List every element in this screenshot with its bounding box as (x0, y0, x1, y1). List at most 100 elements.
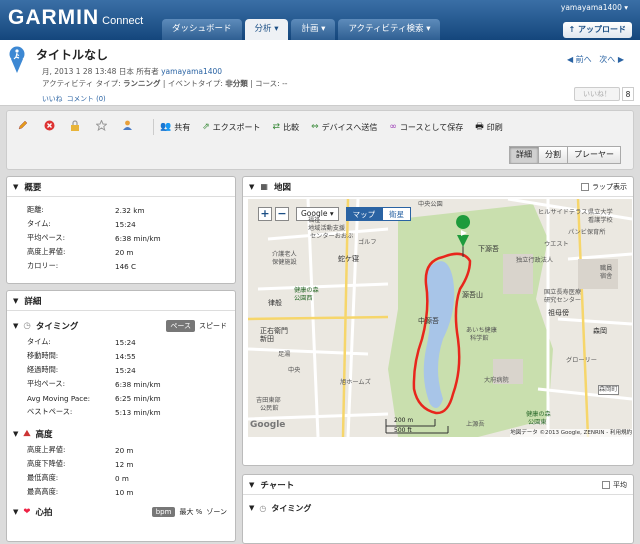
top-bar: GARMIN Connect yamayama1400 ▾ ダッシュボード 分析 … (0, 0, 640, 40)
map-type-map-button[interactable]: マップ (345, 207, 383, 221)
row-label: 平均ペース: (27, 233, 65, 242)
collapse-triangle-icon[interactable]: ▼ (13, 297, 18, 305)
owner-link[interactable]: yamayama1400 (161, 67, 222, 76)
tab-analysis[interactable]: 分析 ▾ (244, 19, 289, 40)
comment-link[interactable]: コメント (0) (67, 95, 106, 103)
timing-row: Avg Moving Pace: 6:25 min/km (7, 391, 235, 405)
row-value: 14:55 (115, 351, 136, 361)
event-type[interactable]: 非分類 (225, 79, 248, 88)
prev-link[interactable]: ◀ 前へ (567, 55, 592, 64)
delete-icon[interactable] (43, 119, 55, 131)
pace-speed-toggle: ペース スピード (166, 320, 227, 332)
heart-icon: ❤ (23, 507, 31, 517)
lap-display-toggle[interactable]: ラップ表示 (581, 182, 627, 192)
compare-button[interactable]: ⇄ 比較 (273, 122, 300, 133)
tab-dashboard[interactable]: ダッシュボード (162, 19, 242, 40)
overview-row: 高度上昇値: 20 m (7, 245, 235, 259)
chart-title: チャート (260, 480, 295, 491)
max-percent-option[interactable]: 最大 % (179, 507, 202, 517)
export-button[interactable]: ⇗ エクスポート (202, 122, 260, 133)
zoom-in-button[interactable]: + (258, 207, 272, 221)
google-logo[interactable]: Google (250, 421, 285, 430)
row-value: 6:25 min/km (115, 393, 161, 403)
map-label: 地域活動支援 (308, 225, 346, 232)
favorite-star-icon[interactable] (95, 119, 107, 131)
collapse-triangle-icon[interactable]: ▼ (249, 504, 254, 512)
map-label: 正右衛門新田 (260, 327, 288, 343)
details-header[interactable]: ▼ 詳細 (7, 291, 235, 311)
export-icon: ⇗ (202, 122, 210, 132)
row-value: 146 C (115, 261, 137, 271)
map-label: 律般 (268, 299, 282, 307)
map-title: 地図 (273, 182, 291, 193)
toolbar-actions: 👥 共有 ⇗ エクスポート ⇄ 比較 ⇔ デバイスへ送信 ∞ コースとして保存 🖶 印刷 (153, 119, 503, 135)
average-checkbox[interactable] (602, 480, 610, 489)
row-value: 15:24 (115, 337, 136, 347)
map-header[interactable]: ▼ ▦ 地図 ラップ表示 (243, 177, 633, 197)
heart-rate-title: 心拍 (35, 508, 53, 518)
next-link[interactable]: 次へ ▶ (599, 55, 624, 64)
activity-type[interactable]: ランニング (123, 79, 161, 88)
activity-title[interactable]: タイトルなし (36, 46, 108, 63)
row-label: タイム: (27, 219, 51, 228)
overview-header[interactable]: ▼ 概要 (7, 177, 235, 197)
like-button[interactable]: いいね！ (574, 87, 620, 101)
compare-label: 比較 (283, 122, 300, 132)
print-button[interactable]: 🖶 印刷 (475, 119, 503, 135)
tab-activity-search[interactable]: アクティビティ検索 ▾ (338, 19, 441, 40)
quick-icons (17, 119, 133, 131)
like-link[interactable]: いいね (42, 95, 62, 103)
chart-timing-header[interactable]: ▼ ◷ タイミング (243, 499, 633, 517)
view-player-button[interactable]: プレーヤー (567, 146, 621, 164)
row-label: 経過時間: (27, 365, 59, 374)
route-map[interactable]: + − Google ▾ マップ 衛星 中央公園 ヒルサイドテラス 県立大学 看… (248, 199, 632, 437)
map-label: 独立行政法人 (516, 257, 554, 264)
type-prefix: アクティビティ タイプ: (42, 79, 121, 88)
row-label: 最高高度: (27, 487, 59, 496)
user-menu[interactable]: yamayama1400 ▾ (561, 3, 628, 12)
tab-plan[interactable]: 計画 ▾ (291, 19, 336, 40)
garmin-logo[interactable]: GARMIN Connect (8, 6, 143, 30)
map-label: 公民館 (260, 405, 279, 412)
overview-row: カロリー: 146 C (7, 259, 235, 273)
average-toggle[interactable]: 平均 (602, 480, 627, 490)
send-to-device-button[interactable]: ⇔ デバイスへ送信 (311, 122, 377, 133)
view-split-button[interactable]: 分割 (538, 146, 568, 164)
elevation-header[interactable]: ▼ ⛰ 高度 (7, 425, 235, 443)
collapse-triangle-icon[interactable]: ▼ (13, 508, 18, 516)
zoom-out-button[interactable]: − (275, 207, 289, 221)
map-copyright[interactable]: 地図データ ©2013 Google, ZENRIN - 利用規約 (510, 429, 632, 437)
timing-header[interactable]: ▼ ◷ タイミング ペース スピード (7, 317, 235, 335)
collapse-triangle-icon[interactable]: ▼ (13, 183, 18, 191)
timing-row: タイム: 15:24 (7, 335, 235, 349)
bpm-option[interactable]: bpm (151, 507, 176, 517)
heart-rate-header[interactable]: ▼ ❤ 心拍 bpm 最大 % ゾーン (7, 503, 235, 521)
collapse-triangle-icon[interactable]: ▼ (13, 322, 18, 330)
privacy-lock-icon[interactable] (69, 119, 81, 131)
overview-rows: 距離: 2.32 km タイム: 15:24 平均ペース: 6:38 min/km 高… (7, 197, 235, 273)
elevation-row: 高度上昇値: 20 m (7, 443, 235, 457)
people-icon[interactable] (121, 119, 133, 131)
map-label: 蛇ケ寝 (338, 255, 359, 263)
edit-icon[interactable] (17, 119, 29, 131)
map-label: 吉田東部 (256, 397, 281, 404)
collapse-triangle-icon[interactable]: ▼ (249, 481, 254, 489)
map-type-satellite-button[interactable]: 衛星 (382, 207, 412, 221)
speed-option[interactable]: スピード (199, 321, 227, 331)
share-button[interactable]: 👥 共有 (160, 122, 190, 133)
upload-button[interactable]: ↑ アップロード (562, 22, 632, 38)
save-course-button[interactable]: ∞ コースとして保存 (389, 122, 463, 133)
pace-option[interactable]: ペース (166, 320, 195, 332)
map-label: ヒルサイドテラス (538, 209, 588, 216)
send-to-device-label: デバイスへ送信 (321, 122, 378, 132)
details-panel: ▼ 詳細 ▼ ◷ タイミング ペース スピード タイム: 15:24 移動時間: 14:55… (6, 290, 236, 542)
map-label: 上源吾 (466, 421, 485, 428)
collapse-triangle-icon[interactable]: ▼ (13, 430, 18, 438)
collapse-triangle-icon[interactable]: ▼ (249, 183, 254, 191)
chart-header[interactable]: ▼ チャート 平均 (243, 475, 633, 495)
logo-text: GARMIN (8, 6, 100, 29)
view-detail-button[interactable]: 詳細 (509, 146, 539, 164)
lap-checkbox[interactable] (581, 182, 589, 191)
details-title: 詳細 (24, 296, 42, 307)
zone-option[interactable]: ゾーン (206, 507, 227, 517)
